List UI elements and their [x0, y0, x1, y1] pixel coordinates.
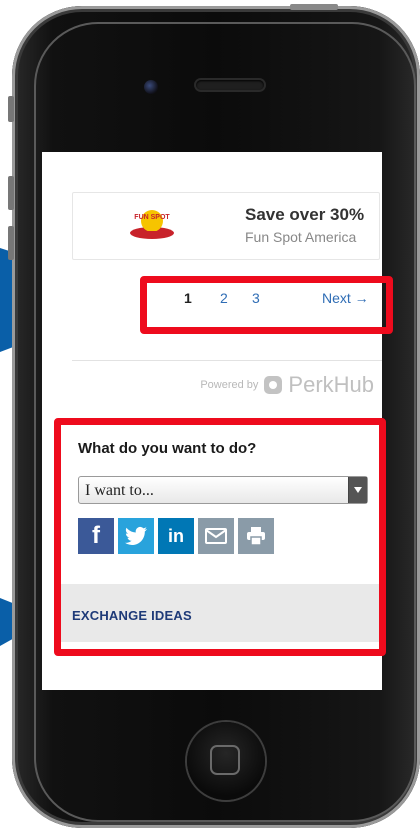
- mute-switch: [8, 96, 14, 122]
- front-camera: [144, 80, 158, 94]
- volume-down-button: [8, 226, 14, 260]
- promo-merchant: Fun Spot America: [245, 229, 357, 245]
- home-button: [187, 722, 265, 800]
- promo-title: Save over 30%: [245, 205, 365, 224]
- home-square-icon: [210, 745, 240, 775]
- powered-by-label: Powered by: [200, 379, 259, 391]
- logo-text: FUN SPOT: [134, 214, 170, 221]
- promo-card[interactable]: FUN SPOT Save over 30% Fun Spot America: [72, 192, 380, 260]
- earpiece-speaker: [196, 80, 264, 90]
- powered-by-perkhub: Powered by PerkHub: [200, 372, 374, 398]
- actions-highlight-box: [54, 418, 386, 656]
- volume-up-button: [8, 176, 14, 210]
- perkhub-icon: [264, 376, 283, 394]
- perkhub-logo-text: PerkHub: [288, 372, 374, 397]
- divider: [72, 360, 382, 361]
- pagination-highlight-box: [140, 276, 393, 334]
- fun-spot-logo: FUN SPOT: [130, 210, 174, 239]
- power-button: [290, 4, 338, 10]
